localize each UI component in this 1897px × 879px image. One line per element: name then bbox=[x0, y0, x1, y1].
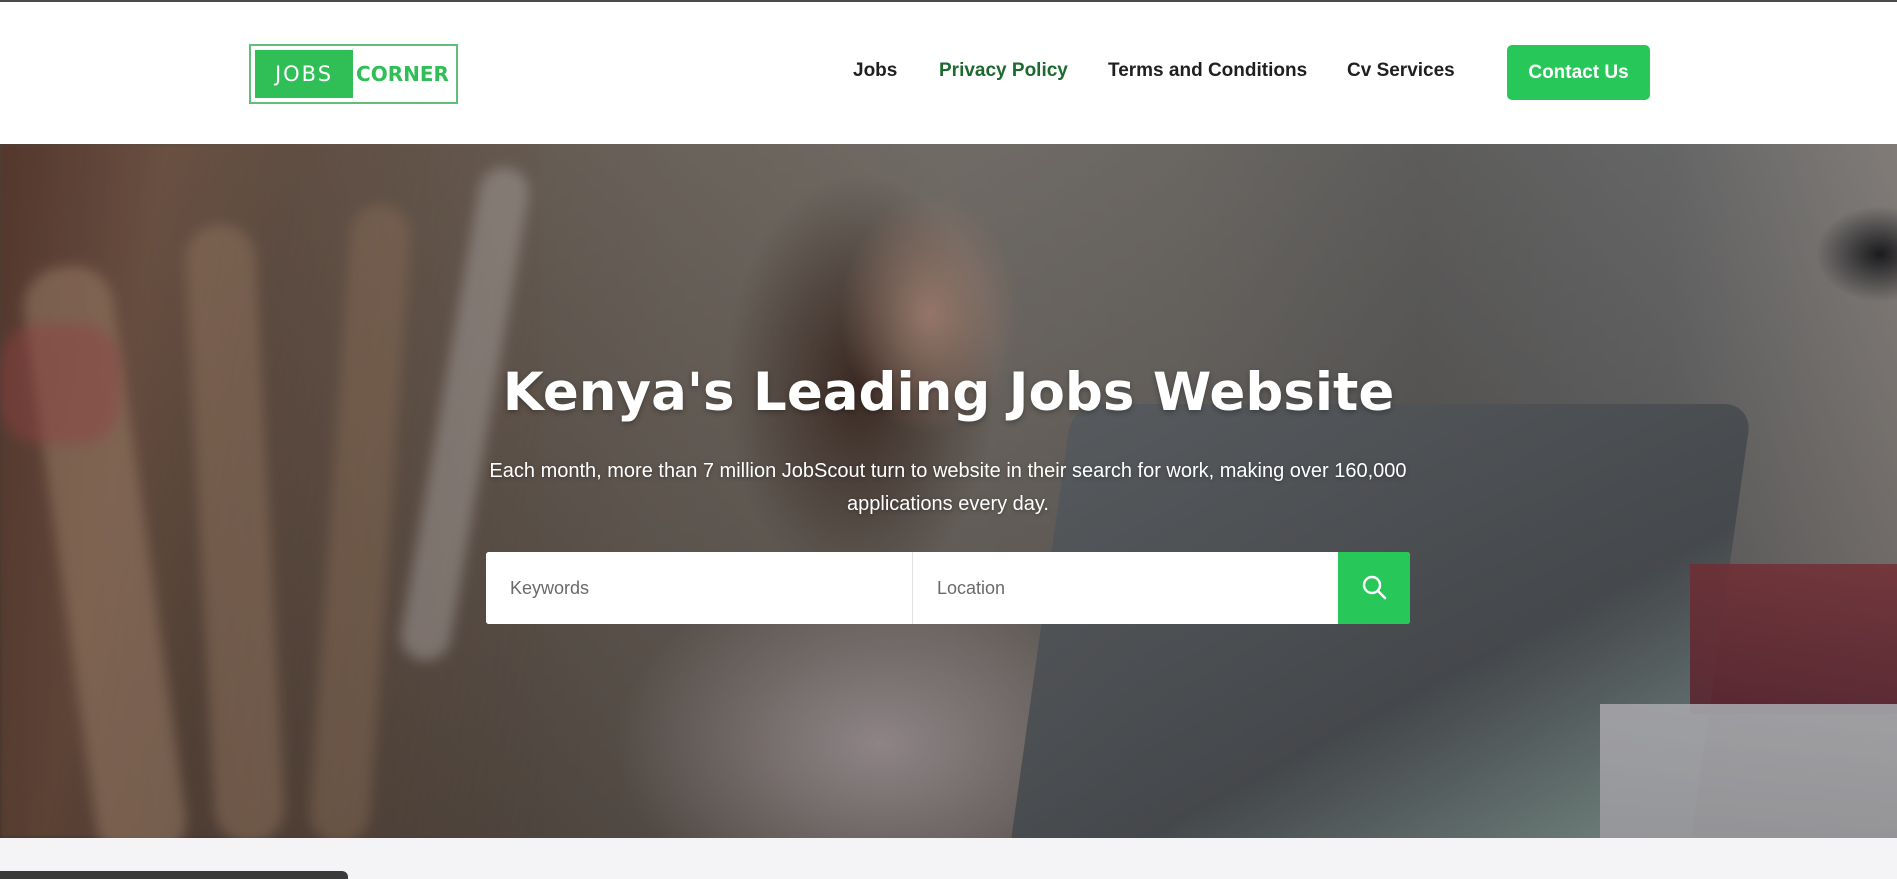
nav-privacy-policy[interactable]: Privacy Policy bbox=[939, 60, 1068, 82]
hero-subtitle: Each month, more than 7 million JobScout… bbox=[489, 460, 1407, 515]
hero-title: Kenya's Leading Jobs Website bbox=[502, 362, 1395, 423]
job-search-form bbox=[486, 552, 1410, 624]
location-input[interactable] bbox=[913, 552, 1338, 624]
site-logo[interactable]: JOBS CORNER bbox=[249, 44, 458, 104]
bottom-tab-bar bbox=[0, 871, 348, 879]
nav-cv-services[interactable]: Cv Services bbox=[1347, 60, 1455, 82]
keywords-input[interactable] bbox=[486, 552, 913, 624]
logo-jobs-text: JOBS bbox=[255, 50, 353, 98]
search-button[interactable] bbox=[1338, 552, 1410, 624]
site-header: JOBS CORNER Jobs Privacy Policy Terms an… bbox=[0, 2, 1897, 144]
contact-us-button[interactable]: Contact Us bbox=[1507, 45, 1650, 100]
hero-banner: Kenya's Leading Jobs Website Each month,… bbox=[0, 144, 1897, 838]
logo-corner-text: CORNER bbox=[356, 62, 449, 86]
nav-terms-and-conditions[interactable]: Terms and Conditions bbox=[1108, 60, 1307, 82]
nav-jobs[interactable]: Jobs bbox=[853, 60, 897, 82]
search-icon bbox=[1361, 574, 1387, 603]
